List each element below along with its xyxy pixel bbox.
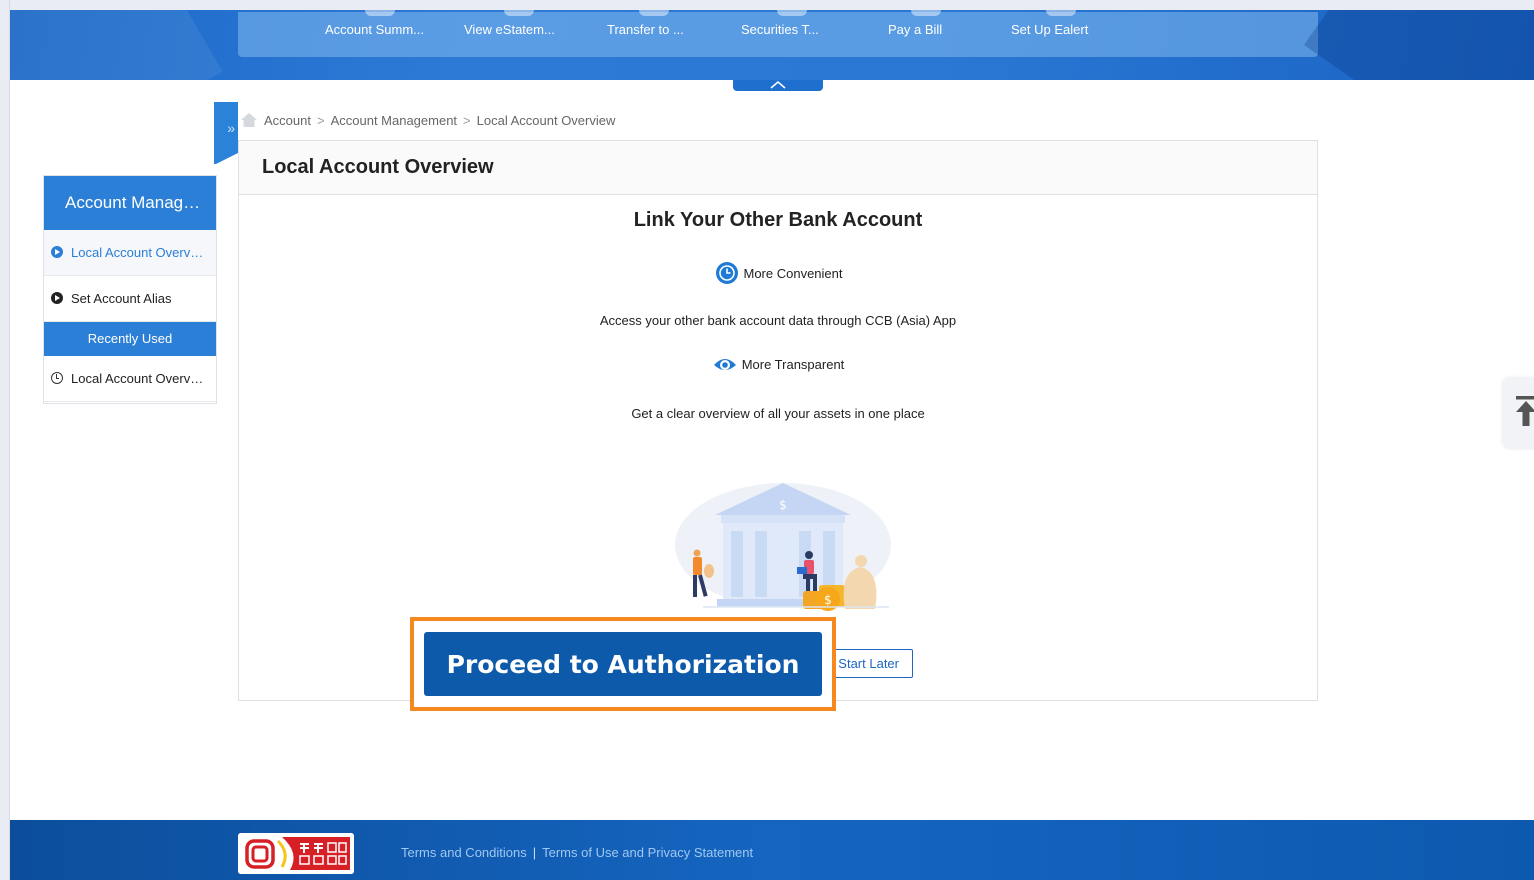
recent-item-label: Local Account Overv… [71,371,204,386]
quick-nav-bubble [1046,10,1076,16]
window-top-edge [0,0,1534,10]
quick-nav-bar: Account Summ... View eStatem... Transfer… [238,10,1318,57]
page-title: Local Account Overview [239,141,1317,195]
quick-nav-bubble [504,10,534,16]
recent-item-local-account-overview[interactable]: Local Account Overv… [44,356,216,402]
double-chevron-right-icon: » [227,120,235,136]
breadcrumb: Account > Account Management > Local Account… [240,112,615,131]
feature-convenient: More Convenient [239,260,1317,289]
sidebar-item-label: Set Account Alias [71,291,172,306]
quick-nav-account-summary[interactable]: Account Summ... [325,22,424,37]
svg-text:$: $ [779,498,787,512]
quick-nav-bubble [639,10,669,16]
sidebar-title[interactable]: Account Manag… [44,176,216,230]
arrow-up-icon [1516,396,1534,426]
proceed-to-authorization-button[interactable]: Proceed to Authorization [424,632,822,696]
history-clock-icon [51,372,63,384]
sidebar-item-set-account-alias[interactable]: Set Account Alias [44,276,216,322]
quick-nav-transfer[interactable]: Transfer to ... [607,22,684,37]
terms-of-use-privacy-link[interactable]: Terms of Use and Privacy Statement [542,845,753,860]
link-bank-account-heading: Link Your Other Bank Account [633,209,923,231]
eye-icon [712,354,738,377]
sidebar: Account Manag… Local Account Overv… Set … [43,175,217,404]
breadcrumb-account-management[interactable]: Account Management [331,113,457,128]
quick-nav-set-up-ealert[interactable]: Set Up Ealert [1011,22,1088,37]
footer-links: Terms and Conditions | Terms of Use and Pr… [401,845,753,860]
quick-nav-bubble [777,10,807,16]
breadcrumb-separator: > [463,113,471,128]
sidebar-item-local-account-overview[interactable]: Local Account Overv… [44,230,216,276]
play-circle-icon [51,292,63,304]
terms-and-conditions-link[interactable]: Terms and Conditions [401,845,527,860]
quick-nav-bubble [911,10,941,16]
collapse-nav-button[interactable] [733,80,823,91]
quick-nav-pay-bill[interactable]: Pay a Bill [888,22,942,37]
proceed-highlight-frame: Proceed to Authorization [410,617,836,711]
bank-illustration: $ $ [663,475,893,611]
breadcrumb-local-account-overview: Local Account Overview [476,113,616,128]
chevron-up-icon [770,81,786,89]
clock-icon [714,260,740,289]
quick-nav-bubble [365,10,395,16]
footer: Terms and Conditions | Terms of Use and Pr… [10,820,1534,880]
breadcrumb-account[interactable]: Account [264,113,311,128]
sidebar-item-label: Local Account Overv… [71,245,204,260]
recently-used-header: Recently Used [44,322,216,356]
window-left-edge [0,0,10,880]
feature-transparent: More Transparent [239,354,1317,377]
sidebar-expand-toggle[interactable]: » [214,102,238,165]
feature-convenient-desc: Access your other bank account data thro… [599,313,957,328]
footer-separator: | [532,845,537,860]
site-certification-logo [238,833,354,874]
feature-convenient-label: More Convenient [743,265,843,281]
breadcrumb-separator: > [316,113,325,128]
feature-transparent-desc: Get a clear overview of all your assets … [631,406,925,421]
quick-nav-securities[interactable]: Securities T... [741,22,819,37]
home-icon[interactable] [240,112,258,131]
svg-text:$: $ [824,593,832,607]
feature-transparent-label: More Transparent [741,356,845,372]
quick-nav-view-estatement[interactable]: View eStatem... [464,22,555,37]
scroll-to-top-button[interactable] [1503,377,1534,449]
header-banner: Account Summ... View eStatem... Transfer… [10,10,1534,80]
play-circle-icon [51,246,63,258]
